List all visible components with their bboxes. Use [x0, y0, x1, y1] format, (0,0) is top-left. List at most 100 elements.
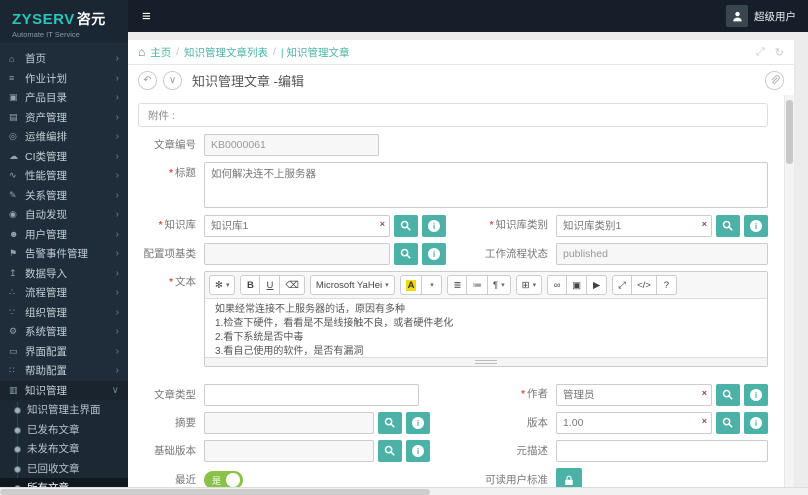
horizontal-scrollbar-thumb[interactable]: [0, 489, 430, 495]
ci-base-input[interactable]: [204, 243, 390, 265]
attachment-button[interactable]: [765, 70, 784, 90]
sidebar-item-ui-config[interactable]: ▭ 界面配置 ›: [0, 342, 128, 362]
article-type-input[interactable]: [204, 383, 419, 406]
editor-resize-bar[interactable]: [205, 357, 767, 366]
clear-icon[interactable]: ×: [702, 417, 707, 426]
submenu-item-knowledge-main[interactable]: 知识管理主界面: [0, 400, 128, 420]
sidebar-item-data-import[interactable]: ↥ 数据导入 ›: [0, 264, 128, 284]
caret-down-icon: ▾: [385, 282, 389, 289]
version-search-button[interactable]: [716, 412, 740, 434]
sidebar-item-knowledge-mgmt[interactable]: ▥ 知识管理 ∨: [0, 380, 128, 400]
submenu-item-published-articles[interactable]: 已发布文章: [0, 420, 128, 440]
info-icon: i: [428, 219, 440, 232]
sidebar-item-product-catalog[interactable]: ▣ 产品目录 ›: [0, 88, 128, 108]
clear-icon[interactable]: ×: [702, 388, 707, 398]
article-type-label: 文章类型: [154, 388, 196, 401]
help-button[interactable]: ?: [656, 275, 677, 295]
author-input[interactable]: [556, 383, 712, 406]
editor-content[interactable]: 如果经常连接不上服务器的话，原因有多种 1.检查下硬件，看看是不是线接触不良，或…: [205, 299, 767, 357]
picture-button[interactable]: ▣: [567, 275, 588, 295]
base-version-info-button[interactable]: i: [406, 440, 430, 462]
author-search-button[interactable]: [716, 383, 740, 406]
sidebar-item-home[interactable]: ⌂ 首页 ›: [0, 49, 128, 69]
toggle-knob: [226, 473, 241, 487]
sidebar-item-auto-discovery[interactable]: ◉ 自动发现 ›: [0, 205, 128, 225]
refresh-icon[interactable]: ↻: [775, 46, 784, 59]
summary-input[interactable]: [204, 412, 374, 434]
summary-search-button[interactable]: [378, 412, 402, 434]
underline-button[interactable]: U: [260, 275, 281, 295]
chevron-right-icon: ›: [115, 326, 119, 338]
breadcrumb-article-list[interactable]: 知识管理文章列表: [184, 45, 268, 60]
sidebar-item-label: 流程管理: [25, 287, 67, 300]
breadcrumb-home[interactable]: 主页: [150, 45, 171, 60]
base-version-search-button[interactable]: [378, 440, 402, 462]
version-info-button[interactable]: i: [744, 412, 768, 434]
clear-icon[interactable]: ×: [702, 219, 707, 229]
workflow-status-input: [556, 243, 768, 265]
submenu-item-unpublished-articles[interactable]: 未发布文章: [0, 439, 128, 459]
sidebar-item-alarm-event-mgmt[interactable]: ⚑ 告警事件管理 ›: [0, 244, 128, 264]
unordered-list-button[interactable]: ≣: [447, 275, 468, 295]
search-icon: [400, 220, 411, 231]
kb-search-button[interactable]: [394, 214, 418, 237]
video-button[interactable]: ▶: [587, 275, 608, 295]
breadcrumb-current[interactable]: | 知识管理文章: [281, 45, 350, 60]
sidebar-item-label: 自动发现: [25, 209, 67, 222]
brand-logo[interactable]: ZYSERV 咨元 Automate IT Service: [0, 0, 128, 43]
home-icon[interactable]: ⌂: [138, 45, 145, 59]
sidebar-item-performance-mgmt[interactable]: ∿ 性能管理 ›: [0, 166, 128, 186]
chevron-right-icon: ›: [115, 170, 119, 182]
back-button[interactable]: ↶: [138, 70, 157, 90]
ordered-list-button[interactable]: ≔: [467, 275, 488, 295]
menu-toggle-icon[interactable]: ≡: [142, 9, 151, 24]
font-color-button[interactable]: A: [399, 275, 423, 295]
submenu-item-recycled-articles[interactable]: 已回收文章: [0, 459, 128, 479]
sidebar-item-ci-class-mgmt[interactable]: ☁ CI类管理 ›: [0, 147, 128, 167]
title-textarea[interactable]: 如何解决连不上服务器: [204, 162, 768, 208]
collapse-button[interactable]: ∨: [163, 70, 182, 90]
table-dropdown[interactable]: ⊞ ▾: [515, 275, 543, 295]
sidebar-item-job-plan[interactable]: ≡ 作业计划 ›: [0, 69, 128, 89]
paragraph-dropdown[interactable]: ¶ ▾: [487, 275, 511, 295]
base-version-input[interactable]: [204, 440, 374, 462]
fullscreen-icon[interactable]: ⤢: [756, 46, 765, 59]
list-ul-icon: ≣: [453, 279, 462, 291]
org-icon: ∵: [9, 306, 15, 317]
code-view-button[interactable]: </>: [632, 275, 657, 295]
author-info-button[interactable]: i: [744, 383, 768, 406]
user-menu[interactable]: 超级用户: [726, 5, 796, 27]
sidebar-item-user-mgmt[interactable]: ☻ 用户管理 ›: [0, 225, 128, 245]
kb-info-button[interactable]: i: [422, 214, 446, 237]
style-dropdown-button[interactable]: ✻ ▾: [209, 275, 236, 295]
sidebar-item-org-mgmt[interactable]: ∵ 组织管理 ›: [0, 303, 128, 323]
sidebar: ZYSERV 咨元 Automate IT Service ⌂ 首页 › ≡ 作业计划 ›…: [0, 0, 128, 495]
kb-category-input[interactable]: [556, 214, 712, 237]
sidebar-item-relation-mgmt[interactable]: ✎ 关系管理 ›: [0, 186, 128, 206]
sidebar-item-help-config[interactable]: ∷ 帮助配置 ›: [0, 361, 128, 381]
font-color-dropdown[interactable]: ▾: [422, 275, 443, 295]
ci-base-info-button[interactable]: i: [422, 243, 446, 265]
fullscreen-button[interactable]: ⤢: [612, 275, 633, 295]
kb-category-info-button[interactable]: i: [744, 214, 768, 237]
bold-button[interactable]: B: [240, 275, 261, 295]
meta-desc-input[interactable]: [556, 440, 768, 462]
required-mark: *: [169, 168, 173, 179]
clear-format-button[interactable]: ⌫: [280, 275, 305, 295]
summary-info-button[interactable]: i: [406, 412, 430, 434]
user-icon: [726, 5, 748, 27]
ci-base-search-button[interactable]: [394, 243, 418, 265]
base-version-label: 基础版本: [154, 445, 196, 457]
font-family-dropdown[interactable]: Microsoft YaHei ▾: [309, 275, 395, 295]
sidebar-item-ops-orchestration[interactable]: ◎ 运维编排 ›: [0, 127, 128, 147]
info-icon: i: [750, 417, 762, 429]
clear-icon[interactable]: ×: [380, 219, 385, 229]
sidebar-item-process-mgmt[interactable]: ∴ 流程管理 ›: [0, 283, 128, 303]
kb-input[interactable]: [204, 214, 390, 237]
sidebar-item-system-mgmt[interactable]: ⚙ 系统管理 ›: [0, 322, 128, 342]
kb-category-search-button[interactable]: [716, 214, 740, 237]
version-input[interactable]: [556, 412, 712, 434]
link-button[interactable]: ∞: [547, 275, 568, 295]
vertical-scrollbar-thumb[interactable]: [786, 100, 793, 164]
sidebar-item-asset-mgmt[interactable]: ▤ 资产管理 ›: [0, 108, 128, 128]
